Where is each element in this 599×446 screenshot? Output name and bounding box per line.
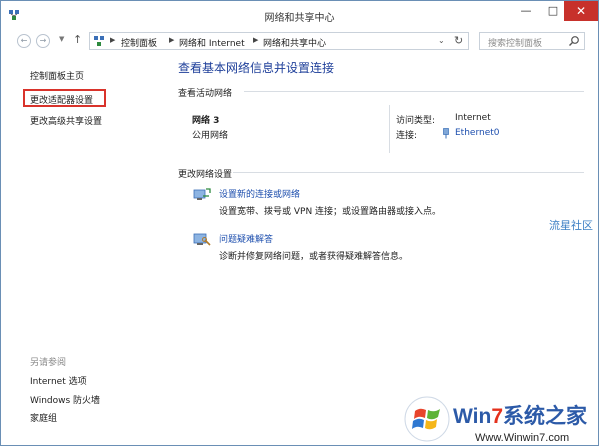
sidebar-item-internet-options[interactable]: Internet 选项 (30, 374, 87, 387)
section-divider (233, 172, 584, 173)
sidebar-item-control-panel-home[interactable]: 控制面板主页 (30, 69, 84, 82)
troubleshoot-icon (193, 233, 211, 246)
section-divider (244, 91, 584, 92)
title-bar: 网络和共享中心 — □ ✕ (1, 1, 598, 29)
sidebar-item-change-advanced-sharing[interactable]: 更改高级共享设置 (30, 114, 102, 127)
svg-text:Win7系统之家: Win7系统之家 (453, 404, 588, 428)
new-connection-icon (193, 188, 211, 200)
address-dropdown-chevron-icon[interactable]: ⌄ (438, 36, 445, 45)
troubleshoot-problems-description: 诊断并修复网络问题，或者获得疑难解答信息。 (219, 252, 409, 262)
navigation-bar: ← → ▼ ↑ ▶ 控制面板 ▶ 网络和 Internet ▶ 网络和共享中心 … (1, 29, 598, 53)
forward-button[interactable]: → (36, 34, 50, 48)
refresh-icon[interactable]: ↻ (454, 34, 463, 47)
see-also-heading: 另请参阅 (30, 358, 67, 368)
search-icon[interactable] (568, 35, 580, 47)
search-input[interactable]: 搜索控制面板 (488, 36, 542, 49)
close-button[interactable]: ✕ (564, 1, 598, 21)
change-network-settings-heading: 更改网络设置 (178, 170, 233, 180)
network-sharing-center-window: 网络和共享中心 — □ ✕ ← → ▼ ↑ ▶ 控制面板 ▶ 网络和 Inter… (0, 0, 599, 446)
svg-text:Www.Winwin7.com: Www.Winwin7.com (475, 432, 569, 444)
window-title: 网络和共享中心 (264, 13, 335, 24)
recent-locations-chevron-icon[interactable]: ▼ (59, 35, 64, 43)
sidebar-item-change-adapter-settings[interactable]: 更改适配器设置 (30, 93, 93, 106)
breadcrumb-network-internet[interactable]: 网络和 Internet (179, 36, 245, 49)
search-box[interactable]: 搜索控制面板 (479, 32, 585, 50)
breadcrumb-network-sharing[interactable]: 网络和共享中心 (263, 36, 326, 49)
network-type-link[interactable]: 公用网络 (192, 128, 228, 141)
address-bar[interactable]: ▶ 控制面板 ▶ 网络和 Internet ▶ 网络和共享中心 ⌄ ↻ (89, 32, 469, 50)
breadcrumb-separator-icon: ▶ (253, 36, 259, 44)
network-name: 网络 3 (192, 116, 220, 126)
breadcrumb-separator-icon: ▶ (110, 36, 116, 44)
main-content: 查看基本网络信息并设置连接 查看活动网络 网络 3 公用网络 访问类型: Int… (161, 53, 598, 445)
sidebar-item-homegroup[interactable]: 家庭组 (30, 411, 57, 424)
control-panel-icon (94, 36, 104, 46)
breadcrumb-control-panel[interactable]: 控制面板 (121, 36, 157, 49)
setup-new-connection-link[interactable]: 设置新的连接或网络 (219, 187, 300, 200)
active-networks-heading: 查看活动网络 (178, 89, 233, 99)
setup-new-connection-description: 设置宽带、拨号或 VPN 连接；或设置路由器或接入点。 (219, 207, 442, 217)
up-arrow-icon[interactable]: ↑ (73, 33, 82, 46)
windows-logo-icon: Win7系统之家 Www.Winwin7.com (404, 396, 588, 444)
troubleshoot-problems-link[interactable]: 问题疑难解答 (219, 232, 273, 245)
maximize-button[interactable]: □ (541, 1, 565, 21)
ethernet-connection-link[interactable]: Ethernet0 (455, 128, 500, 138)
access-type-value: Internet (455, 113, 491, 123)
page-title: 查看基本网络信息并设置连接 (178, 61, 335, 75)
access-type-label: 访问类型: (396, 116, 436, 126)
vertical-divider (389, 105, 390, 153)
back-button[interactable]: ← (17, 34, 31, 48)
site-watermark: 流星社区 (549, 219, 593, 232)
breadcrumb-separator-icon: ▶ (169, 36, 175, 44)
ethernet-icon (443, 128, 449, 139)
minimize-button[interactable]: — (513, 1, 539, 21)
sidebar: 控制面板主页 更改适配器设置 更改高级共享设置 另请参阅 Internet 选项… (1, 53, 161, 445)
site-logo: Win7系统之家 Www.Winwin7.com (403, 389, 599, 446)
sidebar-item-windows-firewall[interactable]: Windows 防火墙 (30, 393, 100, 406)
connections-label: 连接: (396, 131, 418, 141)
